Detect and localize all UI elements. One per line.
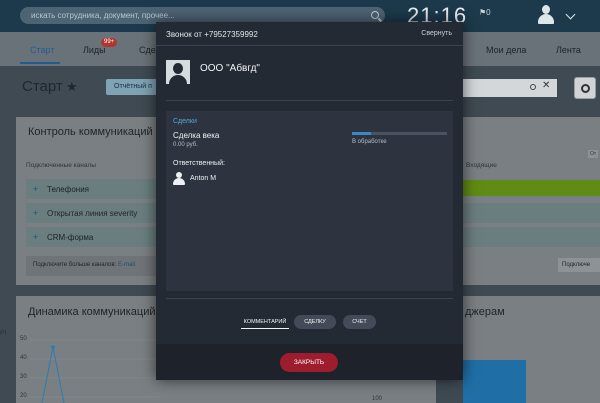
plus-icon[interactable]: + (33, 232, 38, 242)
page-title: Старт (22, 78, 63, 95)
deals-label: Сделки (173, 118, 197, 125)
deal-sum: 0.00 руб. (173, 142, 198, 148)
managers-title: джерам (465, 306, 505, 318)
search-icon[interactable] (371, 11, 379, 19)
axis-label: 100 (372, 396, 383, 402)
plus-icon[interactable]: + (33, 208, 38, 218)
close-button[interactable]: ЗАКРЫТЬ (280, 353, 338, 372)
channel-row[interactable] (26, 179, 158, 199)
company-name[interactable]: ООО "Абвгд" (200, 63, 260, 74)
more-channels-text: Подключите больше каналов: E-mail (33, 262, 135, 268)
star-icon[interactable]: ★ (66, 79, 78, 95)
deal-stage: В обработке (352, 139, 387, 145)
responsible-name[interactable]: Anton M (190, 175, 216, 182)
collapse-button[interactable]: Свернуть (421, 30, 452, 37)
channel-label: Телефония (47, 185, 89, 194)
divider (166, 100, 453, 101)
axis-label: 40 (20, 355, 27, 361)
tab-invoice[interactable]: СЧЕТ (343, 315, 376, 329)
plus-icon[interactable]: + (33, 184, 38, 194)
tab-deal[interactable]: СДЕЛКУ (294, 315, 336, 329)
responsible-label: Ответственный: (173, 160, 225, 167)
incoming-label: Входящие (466, 162, 497, 169)
search-placeholder: искать сотрудника, документ, прочее... (31, 11, 175, 20)
company-avatar-icon (166, 60, 190, 84)
call-card-modal: Звонок от +79527359992 Свернуть ООО "Абв… (156, 22, 463, 380)
user-avatar-icon[interactable] (538, 5, 554, 25)
series-line (41, 346, 65, 403)
axis-label: 30 (20, 374, 27, 380)
dynamics-chart (30, 339, 160, 403)
filter-search-icon[interactable] (530, 84, 536, 90)
dynamics-title: Динамика коммуникаций (28, 306, 156, 318)
chevron-down-icon[interactable] (565, 9, 576, 20)
flag-count: 0 (486, 8, 491, 17)
tab-my-deals[interactable]: Мои дела (486, 45, 526, 55)
communications-title: Контроль коммуникаций (28, 126, 153, 138)
clear-filter-icon[interactable]: ✕ (542, 80, 550, 91)
user-icon (173, 172, 185, 186)
channel-label: Открытая линия severity (47, 209, 138, 218)
tab-leads[interactable]: Лиды (83, 45, 106, 55)
deal-name[interactable]: Сделка века (173, 131, 219, 140)
series-point (51, 345, 55, 349)
right-row (463, 203, 600, 223)
right-row (463, 227, 600, 247)
report-period-button[interactable]: Отчётный п (106, 79, 161, 95)
tab-comment[interactable]: КОММЕНТАРИЙ (241, 315, 289, 329)
divider (166, 298, 453, 299)
incoming-bar (463, 180, 600, 196)
tab-start[interactable]: Старт (30, 45, 54, 55)
gear-icon (581, 84, 590, 93)
right-tag[interactable]: От (588, 150, 599, 158)
manager-bar (463, 360, 526, 403)
tab-feed[interactable]: Лента (556, 45, 581, 55)
settings-button[interactable] (574, 77, 596, 99)
call-title: Звонок от +79527359992 (166, 30, 258, 39)
more-channels-label: Подключите больше каналов: (33, 262, 118, 268)
leads-badge: 99+ (101, 38, 118, 47)
axis-label: 50 (20, 336, 27, 342)
modal-header: Звонок от +79527359992 Свернуть (156, 22, 463, 46)
deal-progress-fill (352, 132, 371, 135)
email-link[interactable]: E-mail (118, 262, 135, 268)
flag-counter[interactable]: ⚑0 (479, 8, 491, 17)
connect-more-button[interactable]: Подключе (558, 258, 600, 272)
tab-start-underline (20, 62, 60, 64)
axis-label: 20 (20, 393, 27, 399)
deal-progress-bar (352, 132, 447, 135)
connected-channels-label: Подключенные каналы (26, 162, 96, 169)
api-label: PI (0, 330, 7, 337)
channel-label: CRM-форма (47, 233, 94, 242)
